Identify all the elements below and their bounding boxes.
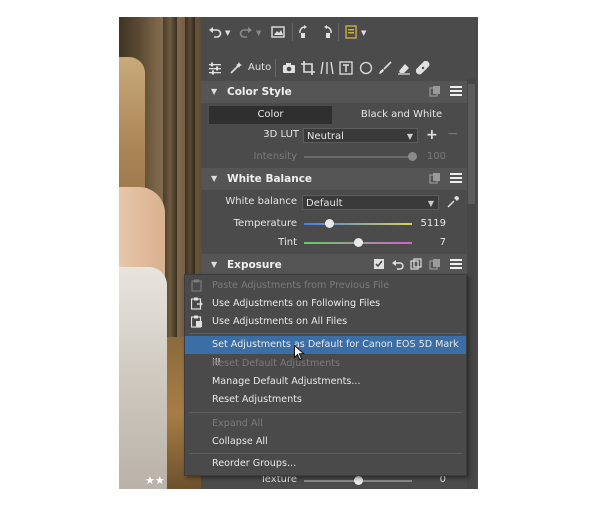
undo-icon[interactable]: [392, 258, 404, 273]
crop-icon[interactable]: [301, 61, 315, 79]
collapse-triangle-icon[interactable]: ▼: [211, 174, 217, 183]
brush-icon[interactable]: [378, 61, 392, 79]
color-style-header[interactable]: ▼ Color Style: [201, 81, 467, 103]
hamburger-menu-icon[interactable]: [450, 84, 463, 97]
tint-slider-knob[interactable]: [354, 238, 363, 247]
mouse-cursor-icon: [294, 344, 306, 364]
menu-item-reset-default[interactable]: Reset Default Adjustments: [185, 355, 466, 373]
camera-icon[interactable]: [282, 61, 296, 79]
lut-value: Neutral: [307, 131, 344, 142]
texture-slider-knob[interactable]: [354, 476, 363, 485]
menu-item-reset-adjustments[interactable]: Reset Adjustments: [185, 391, 466, 409]
white-balance-label: White balance: [225, 196, 297, 207]
tint-value[interactable]: 7: [406, 237, 446, 248]
tint-label: Tint: [278, 237, 297, 248]
white-balance-value: Default: [306, 198, 343, 209]
collapse-triangle-icon[interactable]: ▼: [211, 87, 217, 96]
exposure-header[interactable]: ▼ Exposure: [201, 254, 467, 276]
rating-stars[interactable]: ★★: [145, 474, 165, 487]
photo-dress: [119, 267, 167, 489]
apply-following-icon: [190, 297, 203, 310]
magic-wand-icon[interactable]: [229, 61, 243, 79]
menu-item-use-on-all[interactable]: Use Adjustments on All Files: [185, 313, 466, 331]
menu-item-use-on-following[interactable]: Use Adjustments on Following Files: [185, 295, 466, 313]
rotate-right-icon[interactable]: [317, 24, 333, 44]
copy-icon[interactable]: [410, 258, 422, 273]
undo-icon[interactable]: [208, 25, 222, 43]
perspective-icon[interactable]: [320, 61, 334, 79]
healing-bandage-icon[interactable]: [415, 60, 430, 79]
panel-scrollbar[interactable]: [467, 79, 476, 489]
paste-icon[interactable]: [429, 258, 441, 273]
menu-item-set-default[interactable]: Set Adjustments as Default for Canon EOS…: [185, 336, 466, 368]
auto-button[interactable]: Auto: [248, 62, 271, 73]
intensity-value: 100: [426, 151, 446, 162]
toolbar-tools: Auto: [201, 57, 478, 79]
hamburger-menu-icon[interactable]: [450, 257, 463, 270]
redo-icon[interactable]: [239, 25, 253, 43]
toolbar-history: ▼ ▼ ▼: [201, 17, 478, 49]
text-tool-icon[interactable]: [339, 61, 353, 79]
chevron-down-icon: ▼: [427, 199, 434, 208]
intensity-label: Intensity: [253, 151, 297, 162]
circle-mask-icon[interactable]: [359, 61, 373, 79]
hamburger-menu-icon[interactable]: [450, 171, 463, 184]
remove-icon[interactable]: −: [447, 127, 459, 141]
lut-dropdown[interactable]: Neutral ▼: [303, 128, 418, 143]
rotate-icon[interactable]: [298, 24, 314, 44]
menu-divider: [189, 333, 462, 334]
section-title: Exposure: [227, 259, 282, 271]
menu-item-collapse-all[interactable]: Collapse All: [185, 433, 466, 451]
adjustments-context-menu: Paste Adjustments from Previous File Use…: [184, 274, 467, 476]
toolbar-divider: [338, 23, 339, 41]
temperature-label: Temperature: [233, 218, 297, 229]
color-mode-button[interactable]: Color: [209, 106, 332, 124]
chevron-down-icon[interactable]: ▼: [256, 26, 261, 40]
collapse-triangle-icon[interactable]: ▼: [211, 260, 217, 269]
menu-divider: [189, 453, 462, 454]
eyedropper-icon[interactable]: [446, 195, 460, 213]
temperature-slider[interactable]: [304, 223, 412, 225]
white-balance-header[interactable]: ▼ White Balance: [201, 168, 467, 190]
image-compare-icon[interactable]: [271, 25, 285, 43]
intensity-slider[interactable]: [304, 156, 414, 158]
copy-icon[interactable]: [429, 85, 441, 100]
document-edit-icon[interactable]: [344, 25, 358, 43]
white-balance-dropdown[interactable]: Default ▼: [302, 195, 439, 210]
menu-item-manage-defaults[interactable]: Manage Default Adjustments...: [185, 373, 466, 391]
add-icon[interactable]: +: [426, 128, 438, 142]
section-title: Color Style: [227, 86, 292, 98]
temperature-value[interactable]: 5119: [406, 218, 446, 229]
menu-item-paste-adjustments[interactable]: Paste Adjustments from Previous File: [185, 277, 466, 295]
scrollbar-thumb[interactable]: [468, 84, 475, 204]
chevron-down-icon[interactable]: ▼: [225, 26, 230, 40]
menu-item-expand-all[interactable]: Expand All: [185, 415, 466, 433]
checkbox-icon[interactable]: [373, 258, 385, 273]
lut-label: 3D LUT: [263, 129, 299, 140]
section-title: White Balance: [227, 173, 313, 185]
paste-icon: [191, 279, 203, 292]
black-white-mode-button[interactable]: Black and White: [337, 106, 466, 124]
sliders-icon[interactable]: [208, 61, 222, 79]
chevron-down-icon[interactable]: ▼: [361, 26, 366, 40]
color-mode-toggle: Color Black and White: [209, 106, 466, 124]
chevron-down-icon: ▼: [406, 132, 413, 141]
eraser-icon[interactable]: [397, 61, 411, 79]
apply-all-icon: [190, 315, 203, 328]
toolbar-divider: [292, 23, 293, 41]
toolbar-divider: [275, 59, 276, 77]
temperature-slider-knob[interactable]: [325, 219, 334, 228]
menu-divider: [189, 412, 462, 413]
menu-item-reorder-groups[interactable]: Reorder Groups...: [185, 455, 466, 473]
copy-icon[interactable]: [429, 172, 441, 187]
